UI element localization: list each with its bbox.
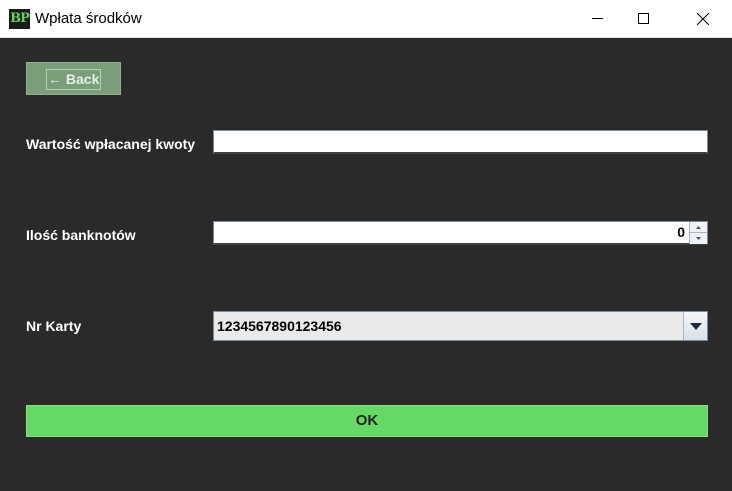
amount-label: Wartość wpłacanej kwoty xyxy=(26,136,196,152)
banknotes-label: Ilość banknotów xyxy=(26,227,136,243)
banknotes-spinner[interactable]: 0 xyxy=(213,221,708,245)
back-button-label[interactable]: ← Back xyxy=(46,69,102,90)
title-bar[interactable]: BP Wpłata środków xyxy=(0,0,732,38)
deposit-window: BP Wpłata środków ← Back Wartość wpłacan… xyxy=(0,0,732,491)
app-logo-icon: BP xyxy=(9,9,30,29)
spinner-decrement-button[interactable] xyxy=(689,233,707,244)
amount-input[interactable] xyxy=(213,130,708,154)
minimize-button[interactable] xyxy=(574,0,620,37)
arrow-down-icon xyxy=(696,237,701,240)
maximize-icon xyxy=(637,13,649,24)
card-select[interactable]: 1234567890123456 xyxy=(213,311,708,341)
maximize-button[interactable] xyxy=(620,0,666,37)
dropdown-button[interactable] xyxy=(683,312,707,340)
arrow-up-icon xyxy=(696,225,701,229)
banknotes-value[interactable]: 0 xyxy=(677,224,685,240)
minimize-icon xyxy=(591,18,603,19)
ok-button[interactable]: OK xyxy=(26,405,708,437)
window-title: Wpłata środków xyxy=(35,10,142,27)
close-button[interactable] xyxy=(680,0,726,37)
close-icon xyxy=(697,12,709,25)
spinner-increment-button[interactable] xyxy=(689,222,707,233)
chevron-down-icon xyxy=(689,322,702,330)
card-label: Nr Karty xyxy=(26,318,82,334)
card-selected-value[interactable]: 1234567890123456 xyxy=(217,318,342,334)
